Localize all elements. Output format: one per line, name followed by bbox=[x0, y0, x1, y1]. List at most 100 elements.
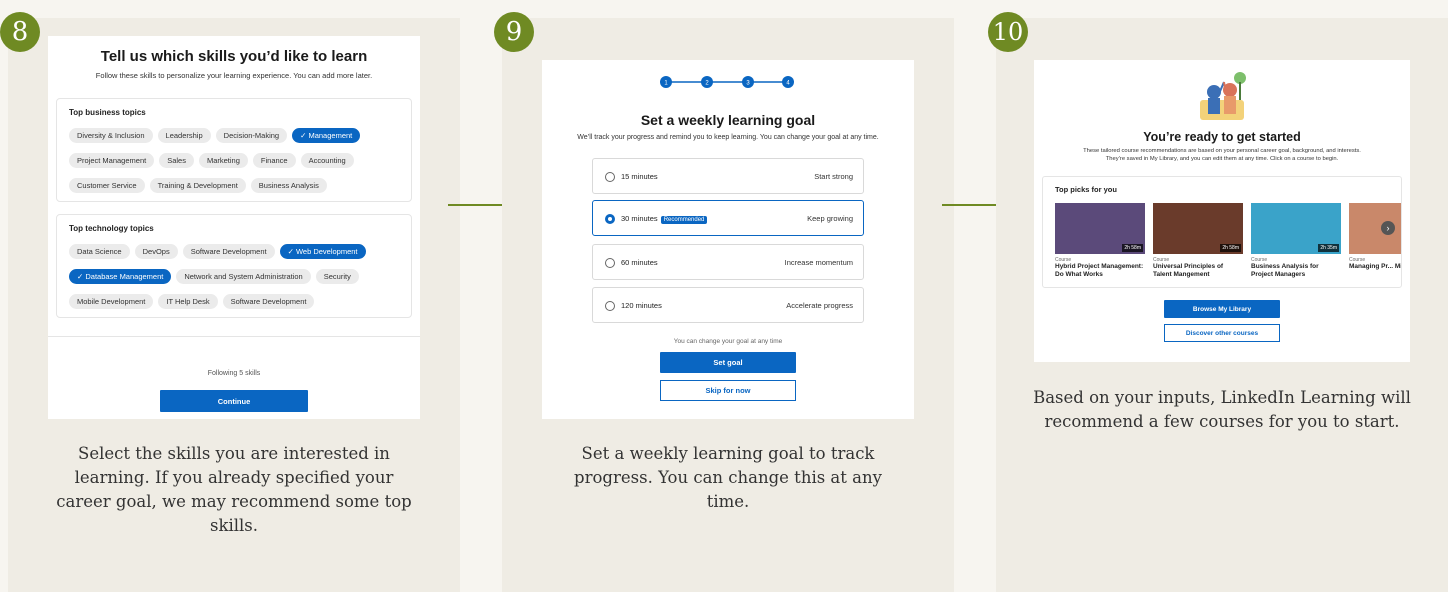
skill-tag-label: Software Development bbox=[230, 297, 307, 306]
skill-tag[interactable]: ✓ Management bbox=[292, 128, 361, 143]
goal-duration: 30 minutes bbox=[621, 214, 658, 223]
skills-subtitle: Follow these skills to personalize your … bbox=[95, 71, 373, 80]
skill-tag-label: Mobile Development bbox=[77, 297, 146, 306]
tag-row: Data Science DevOps Software Development ✓ … bbox=[69, 241, 399, 266]
goal-note: You can change your goal at any time bbox=[673, 338, 783, 345]
skill-tag-label: Software Development bbox=[190, 247, 267, 256]
skill-tag-label: Security bbox=[323, 272, 351, 281]
step-9-badge: 9 bbox=[494, 12, 534, 52]
business-topic-tags: Diversity & Inclusion Leadership Decision-… bbox=[69, 125, 399, 200]
skills-title: Tell us which skills you’d like to learn bbox=[100, 48, 368, 65]
course-card[interactable]: 2h 35m Course Business Analysis for Projec… bbox=[1251, 203, 1341, 279]
course-duration: 2h 58m bbox=[1122, 244, 1143, 252]
skill-tag[interactable]: Software Development bbox=[222, 294, 315, 309]
goal-option[interactable]: 120 minutes Accelerate progress bbox=[592, 287, 864, 323]
skill-tag[interactable]: ✓ Web Development bbox=[279, 244, 366, 259]
goal-option-description: Increase momentum bbox=[784, 258, 853, 267]
top-picks-card: Top picks for you 2h 58m Course Hybrid Pro… bbox=[1042, 176, 1402, 288]
ready-title: You’re ready to get started bbox=[1143, 130, 1301, 144]
skill-tag[interactable]: Customer Service bbox=[69, 178, 145, 193]
skill-tag-label: Finance bbox=[260, 156, 288, 165]
skill-tag[interactable]: Business Analysis bbox=[250, 178, 327, 193]
skill-tag-label: Project Management bbox=[77, 156, 147, 165]
course-card[interactable]: CourseManaging Pr... Microsoft Te... bbox=[1349, 203, 1402, 271]
tag-row: Customer Service Training & Development Bu… bbox=[69, 175, 399, 200]
course-thumbnail: 2h 58m bbox=[1153, 203, 1243, 254]
skill-tag-label: Business Analysis bbox=[258, 181, 319, 190]
goal-duration: 15 minutes bbox=[621, 172, 658, 181]
goal-option-label: 60 minutes bbox=[621, 258, 658, 267]
goal-title: Set a weekly learning goal bbox=[640, 112, 816, 128]
skill-tag[interactable]: Diversity & Inclusion bbox=[69, 128, 153, 143]
skip-for-now-button[interactable]: Skip for now bbox=[660, 380, 796, 401]
goal-option[interactable]: 15 minutes Start strong bbox=[592, 158, 864, 194]
carousel-next-button[interactable]: › bbox=[1381, 221, 1395, 235]
goal-option-label: 120 minutes bbox=[621, 301, 662, 310]
course-title: Universal Principles of Talent Mangement bbox=[1153, 263, 1224, 278]
ready-subtitle: These tailored course recommendations ar… bbox=[1083, 148, 1361, 162]
skill-tag[interactable]: IT Help Desk bbox=[158, 294, 218, 309]
skill-tag[interactable]: Marketing bbox=[198, 153, 248, 168]
step-10-badge: 10 bbox=[988, 12, 1028, 52]
goal-option[interactable]: 60 minutes Increase momentum bbox=[592, 244, 864, 280]
recommendations-screen: You’re ready to get started These tailor… bbox=[1034, 60, 1410, 362]
checkmark-icon: ✓ bbox=[287, 247, 296, 256]
skill-tag[interactable]: Security bbox=[315, 269, 359, 284]
skill-tag-label: Marketing bbox=[206, 156, 240, 165]
skill-tag-label: Management bbox=[308, 131, 353, 140]
course-title: Managing Pr... Microsoft Te... bbox=[1349, 263, 1402, 270]
chevron-right-icon: › bbox=[1386, 223, 1390, 233]
course-card[interactable]: 2h 58m Course Hybrid Project Management: D… bbox=[1055, 203, 1145, 279]
goal-option[interactable]: 30 minutes Recommended Keep growing bbox=[592, 200, 864, 236]
skill-tag-label: Leadership bbox=[165, 131, 203, 140]
technology-topic-tags: Data Science DevOps Software Development ✓ … bbox=[69, 241, 399, 316]
top-picks-heading: Top picks for you bbox=[1055, 185, 1117, 194]
radio-button[interactable] bbox=[605, 301, 615, 311]
step-9-panel: 1 2 3 4 Set a weekly learning goal We’ll… bbox=[502, 18, 954, 592]
course-thumbnail: 2h 58m bbox=[1055, 203, 1145, 254]
step-9-caption: Set a weekly learning goal to track prog… bbox=[574, 444, 882, 511]
skill-tag[interactable]: Decision-Making bbox=[215, 128, 288, 143]
skill-tag[interactable]: Network and System Administration bbox=[176, 269, 311, 284]
skill-tag[interactable]: Finance bbox=[252, 153, 296, 168]
business-topics-heading: Top business topics bbox=[69, 108, 146, 117]
skill-tag[interactable]: Software Development bbox=[182, 244, 275, 259]
skill-tag[interactable]: Accounting bbox=[300, 153, 354, 168]
step-8-caption: Select the skills you are interested in … bbox=[56, 444, 412, 535]
step-10-caption: Based on your inputs, LinkedIn Learning … bbox=[1033, 388, 1411, 431]
tag-row: ✓ Database Management Network and System … bbox=[69, 266, 399, 291]
tag-row: Diversity & Inclusion Leadership Decision-… bbox=[69, 125, 399, 150]
following-count: Following 5 skills bbox=[207, 370, 261, 377]
progress-stepper: 1 2 3 4 bbox=[660, 76, 794, 88]
skill-tag[interactable]: ✓ Database Management bbox=[69, 269, 172, 284]
skill-tag[interactable]: Training & Development bbox=[149, 178, 246, 193]
skill-tag-label: Web Development bbox=[295, 247, 358, 256]
continue-button[interactable]: Continue bbox=[160, 390, 308, 412]
skill-tag-label: DevOps bbox=[142, 247, 170, 256]
radio-button[interactable] bbox=[605, 172, 615, 182]
skill-tag[interactable]: Project Management bbox=[69, 153, 155, 168]
skill-tag[interactable]: Leadership bbox=[157, 128, 211, 143]
skill-tag[interactable]: Sales bbox=[159, 153, 194, 168]
course-card[interactable]: 2h 58m Course Universal Principles of Tale… bbox=[1153, 203, 1243, 279]
skill-tag-label: Network and System Administration bbox=[184, 272, 303, 281]
discover-other-courses-button[interactable]: Discover other courses bbox=[1164, 324, 1280, 342]
radio-button[interactable] bbox=[605, 214, 615, 224]
skill-tag-label: Accounting bbox=[308, 156, 346, 165]
course-title: Hybrid Project Management: Do What Works bbox=[1055, 263, 1144, 278]
footer-divider bbox=[48, 336, 420, 337]
goal-option-description: Accelerate progress bbox=[786, 301, 853, 310]
skill-tag[interactable]: Mobile Development bbox=[69, 294, 154, 309]
skill-tag-label: Database Management bbox=[85, 272, 164, 281]
skill-tag-label: IT Help Desk bbox=[166, 297, 210, 306]
course-title: Business Analysis for Project Managers bbox=[1251, 263, 1319, 278]
skill-tag[interactable]: DevOps bbox=[134, 244, 178, 259]
skill-tag-label: Customer Service bbox=[77, 181, 137, 190]
radio-button[interactable] bbox=[605, 258, 615, 268]
course-duration: 2h 58m bbox=[1220, 244, 1241, 252]
step-8-panel: Tell us which skills you’d like to learn… bbox=[8, 18, 460, 592]
goal-option-label: 30 minutes Recommended bbox=[621, 214, 708, 224]
set-goal-button[interactable]: Set goal bbox=[660, 352, 796, 373]
browse-my-library-button[interactable]: Browse My Library bbox=[1164, 300, 1280, 318]
skill-tag[interactable]: Data Science bbox=[69, 244, 130, 259]
